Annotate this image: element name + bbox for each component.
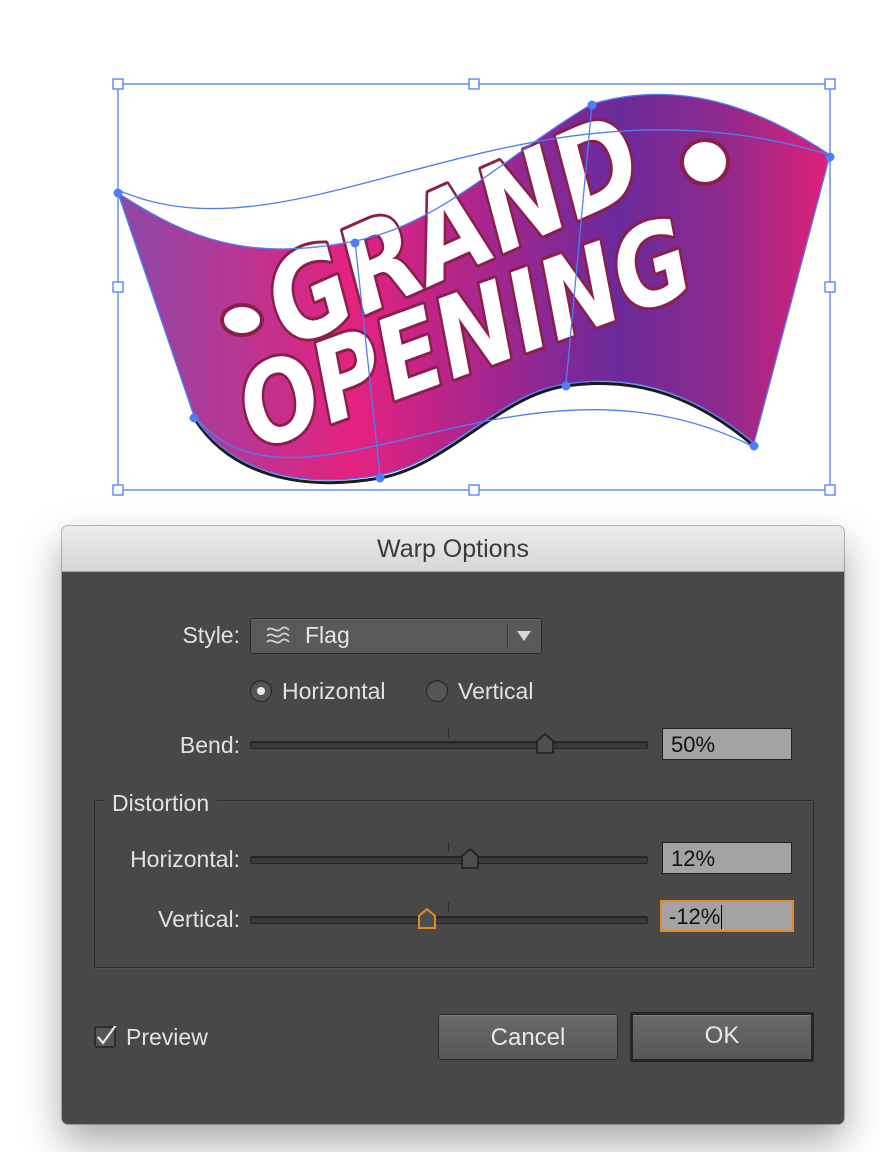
bend-slider-track[interactable]	[250, 741, 648, 749]
radio-selected-dot	[257, 687, 265, 695]
radio-vertical-label[interactable]: Vertical	[458, 678, 533, 705]
flag-dot-left	[220, 303, 264, 337]
cancel-button[interactable]: Cancel	[438, 1014, 618, 1060]
bend-slider-thumb[interactable]	[535, 733, 555, 755]
bend-label: Bend:	[179, 732, 240, 758]
bend-value-field[interactable]: 50%	[662, 728, 792, 760]
distortion-vertical-value-field[interactable]: -12%	[660, 900, 794, 932]
bend-center-tick	[448, 728, 449, 738]
preview-label[interactable]: Preview	[126, 1024, 208, 1051]
style-dropdown-value: Flag	[305, 622, 350, 648]
radio-horizontal-label[interactable]: Horizontal	[282, 678, 386, 705]
vertical-center-tick	[448, 902, 449, 912]
distortion-title: Distortion	[104, 790, 218, 817]
dialog-title: Warp Options	[62, 526, 844, 572]
distortion-horizontal-value-field[interactable]: 12%	[662, 842, 792, 874]
distortion-vertical-value-text: -12%	[669, 904, 721, 929]
dropdown-separator	[507, 625, 508, 647]
radio-vertical[interactable]	[426, 680, 448, 702]
text-caret	[721, 905, 723, 929]
distortion-horizontal-slider-thumb[interactable]	[460, 848, 480, 870]
flag-warp-icon	[265, 625, 291, 652]
warp-options-dialog: Warp Options Style: Flag Horizontal Vert…	[62, 526, 844, 1124]
ok-button[interactable]: OK	[630, 1012, 814, 1062]
horizontal-center-tick	[448, 842, 449, 852]
distortion-horizontal-label: Horizontal:	[130, 846, 240, 872]
distortion-vertical-label: Vertical:	[158, 906, 240, 932]
chevron-down-icon[interactable]	[517, 631, 531, 641]
radio-horizontal[interactable]	[250, 680, 272, 702]
flag-dot-right	[680, 138, 730, 186]
distortion-vertical-slider-thumb[interactable]	[417, 907, 437, 930]
artwork-canvas: GRAND OPENING	[112, 78, 836, 496]
style-dropdown[interactable]: Flag	[250, 618, 542, 654]
distortion-horizontal-slider-track[interactable]	[250, 856, 648, 864]
distortion-group	[94, 800, 814, 968]
style-label: Style:	[182, 622, 240, 648]
preview-checkbox[interactable]	[94, 1024, 117, 1048]
distortion-vertical-slider-track[interactable]	[250, 916, 648, 924]
